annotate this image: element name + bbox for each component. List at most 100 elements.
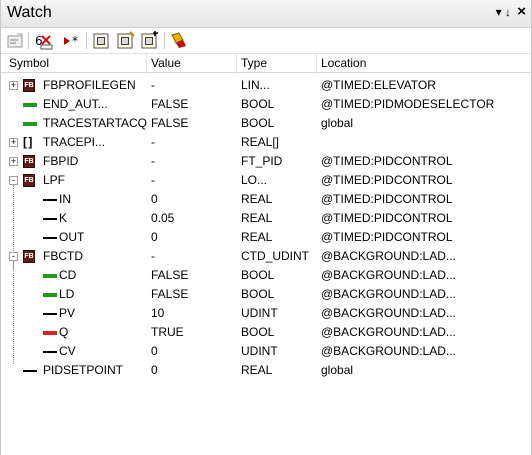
value-cell[interactable]: - — [151, 247, 237, 266]
value-cell[interactable]: 0.05 — [151, 209, 237, 228]
type-cell: BOOL — [241, 97, 275, 111]
location-cell: @TIMED:PIDCONTROL — [321, 211, 453, 225]
expand-icon[interactable]: + — [9, 81, 18, 90]
location-cell: @BACKGROUND:LAD... — [321, 287, 456, 301]
location-cell: global — [321, 363, 354, 377]
value-cell[interactable]: FALSE — [151, 285, 237, 304]
value-cell[interactable]: 0 — [151, 190, 237, 209]
type-cell: CTD_UDINT — [241, 249, 309, 263]
variable-icon — [23, 370, 37, 372]
value-cell[interactable]: TRUE — [151, 323, 237, 342]
location-cell: @BACKGROUND:LAD... — [321, 268, 456, 282]
header-value[interactable]: Value — [147, 54, 237, 73]
value-cell[interactable]: 0 — [151, 228, 237, 247]
table-row[interactable]: PV 10 UDINT @BACKGROUND:LAD... — [1, 304, 531, 323]
value-cell[interactable]: - — [151, 76, 237, 95]
symbol-cell: Q — [59, 325, 69, 339]
table-row[interactable]: END_AUT... FALSE BOOL @TIMED:PIDMODESELECTO… — [1, 95, 531, 114]
toolbar-separator — [28, 32, 29, 49]
variable-icon — [43, 313, 57, 315]
table-row[interactable]: OUT 0 REAL @TIMED:PIDCONTROL — [1, 228, 531, 247]
header-type[interactable]: Type — [237, 54, 317, 73]
value-cell[interactable]: FALSE — [151, 266, 237, 285]
symbol-cell: K — [59, 211, 68, 225]
table-row[interactable]: K 0.05 REAL @TIMED:PIDCONTROL — [1, 209, 531, 228]
watch-table: + FB FBPROFILEGEN - LIN... @TIMED:ELEVATOR END… — [1, 76, 531, 380]
watch-list-icon[interactable] — [92, 31, 112, 51]
bool-false-icon — [23, 122, 37, 126]
symbol-cell: CV — [59, 344, 76, 358]
table-row[interactable]: CV 0 UDINT @BACKGROUND:LAD... — [1, 342, 531, 361]
type-cell: UDINT — [241, 344, 278, 358]
toolbar-separator — [164, 32, 165, 49]
value-cell[interactable]: FALSE — [151, 114, 237, 133]
type-cell: BOOL — [241, 116, 275, 130]
location-cell: global — [321, 116, 354, 130]
function-block-icon: FB — [23, 250, 35, 263]
window-title: Watch — [7, 4, 52, 21]
bool-false-icon — [23, 103, 37, 107]
type-cell: REAL — [241, 211, 273, 225]
symbol-cell: CD — [59, 268, 77, 282]
value-cell[interactable]: - — [151, 133, 237, 152]
header-location[interactable]: Location — [317, 54, 531, 73]
pin-icon[interactable]: ▾ ↓ — [496, 5, 511, 19]
insert-variable-icon[interactable]: 6 — [34, 31, 54, 51]
table-row[interactable]: PIDSETPOINT 0 REAL global — [1, 361, 531, 380]
force-value-icon[interactable]: * — [62, 31, 82, 51]
location-cell: @TIMED:PIDCONTROL — [321, 154, 453, 168]
type-cell: BOOL — [241, 287, 275, 301]
symbol-cell: IN — [59, 192, 71, 206]
watch-list-add-icon[interactable] — [116, 31, 136, 51]
type-cell: BOOL — [241, 268, 275, 282]
type-cell: BOOL — [241, 325, 275, 339]
symbol-cell: LPF — [43, 173, 66, 187]
location-cell — [321, 133, 531, 152]
title-bar: Watch ▾ ↓ × — [1, 0, 531, 28]
symbol-cell: OUT — [59, 230, 85, 244]
table-row[interactable]: IN 0 REAL @TIMED:PIDCONTROL — [1, 190, 531, 209]
location-cell: @TIMED:PIDCONTROL — [321, 230, 453, 244]
expand-icon[interactable]: + — [9, 157, 18, 166]
toolbar-separator — [86, 32, 87, 49]
trace-icon[interactable] — [169, 31, 189, 51]
table-row[interactable]: + [ ] TRACEPI... - REAL[] — [1, 133, 531, 152]
watch-list-remove-icon[interactable] — [140, 31, 160, 51]
location-cell: @BACKGROUND:LAD... — [321, 325, 456, 339]
watch-window: Watch ▾ ↓ × 6 * Symbol Value Type Locati… — [0, 0, 532, 455]
column-header: Symbol Value Type Location — [1, 54, 531, 73]
location-cell: @BACKGROUND:LAD... — [321, 306, 456, 320]
table-row[interactable]: + FB FBPROFILEGEN - LIN... @TIMED:ELEVATOR — [1, 76, 531, 95]
variable-icon — [43, 237, 57, 239]
variable-icon — [43, 218, 57, 220]
table-row[interactable]: - FB FBCTD - CTD_UDINT @BACKGROUND:LAD... — [1, 247, 531, 266]
symbol-cell: END_AUT... — [43, 97, 108, 111]
symbol-cell: TRACESTARTACQ — [43, 116, 148, 130]
collapse-icon[interactable]: - — [9, 252, 18, 261]
close-icon[interactable]: × — [517, 3, 526, 20]
properties-icon[interactable] — [5, 31, 25, 51]
table-row[interactable]: LD FALSE BOOL @BACKGROUND:LAD... — [1, 285, 531, 304]
type-cell: REAL — [241, 230, 273, 244]
value-cell[interactable]: - — [151, 171, 237, 190]
table-row[interactable]: + FB FBPID - FT_PID @TIMED:PIDCONTROL — [1, 152, 531, 171]
value-cell[interactable]: 10 — [151, 304, 237, 323]
expand-icon[interactable]: + — [9, 138, 18, 147]
table-row[interactable]: Q TRUE BOOL @BACKGROUND:LAD... — [1, 323, 531, 342]
table-row[interactable]: TRACESTARTACQ FALSE BOOL global — [1, 114, 531, 133]
value-cell[interactable]: - — [151, 152, 237, 171]
value-cell[interactable]: 0 — [151, 342, 237, 361]
type-cell: REAL — [241, 363, 273, 377]
header-symbol[interactable]: Symbol — [5, 54, 147, 73]
function-block-icon: FB — [23, 174, 35, 187]
table-row[interactable]: - FB LPF - LO... @TIMED:PIDCONTROL — [1, 171, 531, 190]
array-icon: [ ] — [23, 135, 32, 149]
bool-true-icon — [43, 331, 57, 335]
collapse-icon[interactable]: - — [9, 176, 18, 185]
type-cell: UDINT — [241, 306, 278, 320]
location-cell: @TIMED:PIDCONTROL — [321, 173, 453, 187]
table-row[interactable]: CD FALSE BOOL @BACKGROUND:LAD... — [1, 266, 531, 285]
location-cell: @TIMED:PIDCONTROL — [321, 192, 453, 206]
value-cell[interactable]: FALSE — [151, 95, 237, 114]
value-cell[interactable]: 0 — [151, 361, 237, 380]
